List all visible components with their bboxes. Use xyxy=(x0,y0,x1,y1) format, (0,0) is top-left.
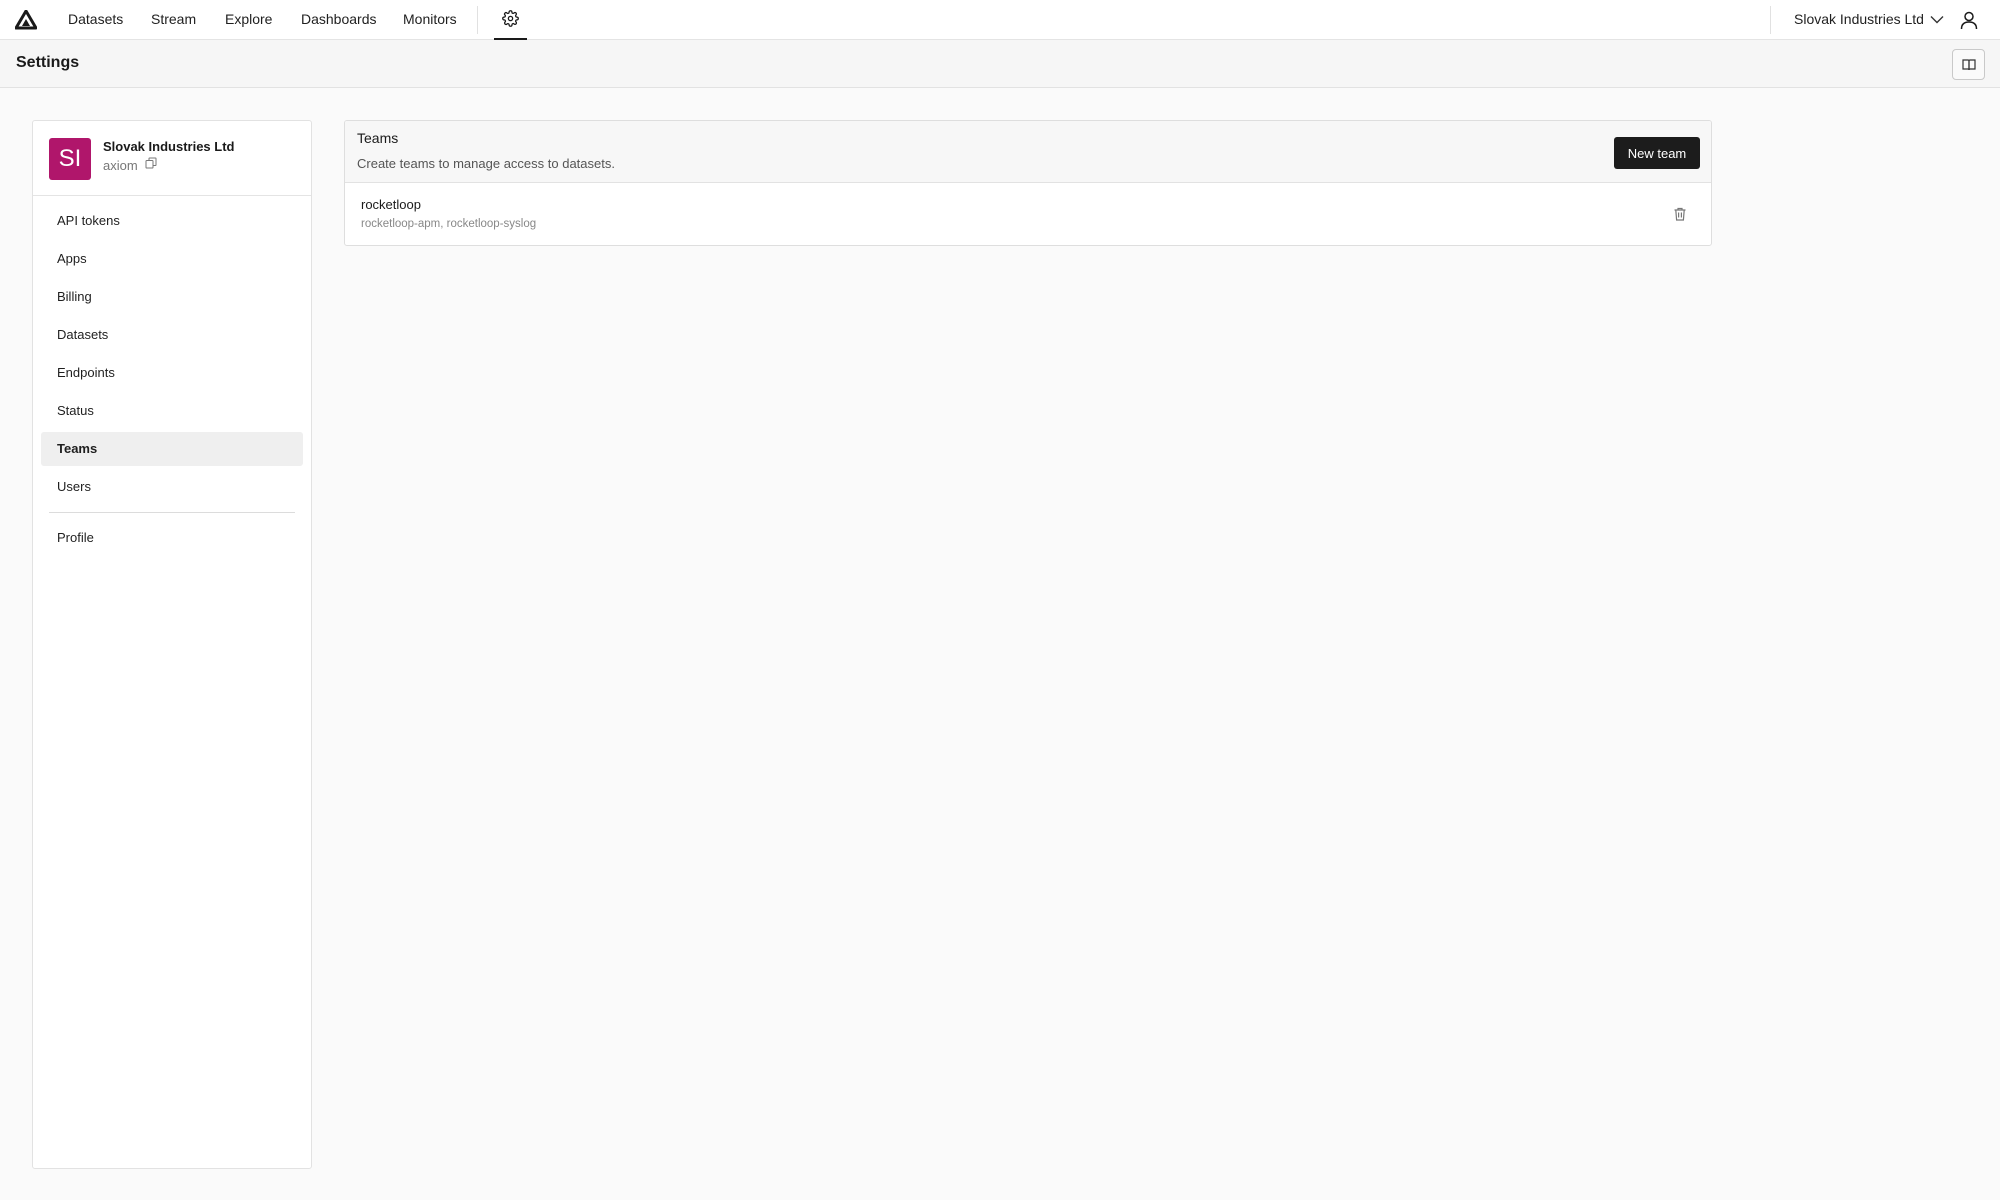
sidebar-item-endpoints[interactable]: Endpoints xyxy=(41,356,303,390)
team-datasets: rocketloop-apm, rocketloop-syslog xyxy=(361,218,537,230)
sidebar-item-profile[interactable]: Profile xyxy=(41,521,303,555)
book-icon xyxy=(1962,59,1976,71)
nav-datasets[interactable]: Datasets xyxy=(68,0,123,40)
org-switcher[interactable]: Slovak Industries Ltd xyxy=(1794,0,1944,40)
axiom-logo-icon[interactable] xyxy=(15,10,37,30)
sidebar-item-teams[interactable]: Teams xyxy=(41,432,303,466)
teams-description: Create teams to manage access to dataset… xyxy=(357,156,615,171)
nav-stream[interactable]: Stream xyxy=(151,0,196,40)
new-team-button[interactable]: New team xyxy=(1614,137,1700,169)
nav-dashboards[interactable]: Dashboards xyxy=(301,0,377,40)
top-navbar: Datasets Stream Explore Dashboards Monit… xyxy=(0,0,2000,40)
page-title: Settings xyxy=(16,54,80,71)
nav-divider-right xyxy=(1770,6,1771,34)
org-slug: axiom xyxy=(103,158,138,173)
org-switcher-label: Slovak Industries Ltd xyxy=(1794,11,1924,27)
user-icon[interactable] xyxy=(1959,10,1979,30)
chevron-down-icon xyxy=(1930,16,1944,24)
org-card: SI Slovak Industries Ltd axiom xyxy=(33,121,311,196)
copy-icon[interactable] xyxy=(145,157,157,169)
teams-header: Teams Create teams to manage access to d… xyxy=(345,121,1711,183)
nav-explore[interactable]: Explore xyxy=(225,0,272,40)
teams-title: Teams xyxy=(357,130,399,146)
sidebar-item-users[interactable]: Users xyxy=(41,470,303,504)
sidebar-item-datasets[interactable]: Datasets xyxy=(41,318,303,352)
org-avatar: SI xyxy=(49,138,91,180)
settings-header: Settings xyxy=(0,40,2000,88)
docs-button[interactable] xyxy=(1952,49,1985,80)
sidebar-item-status[interactable]: Status xyxy=(41,394,303,428)
sidebar-item-api-tokens[interactable]: API tokens xyxy=(41,204,303,238)
trash-icon[interactable] xyxy=(1672,206,1688,222)
settings-tab[interactable] xyxy=(494,0,527,40)
gear-icon xyxy=(502,10,519,27)
teams-panel: Teams Create teams to manage access to d… xyxy=(344,120,1712,246)
team-name: rocketloop xyxy=(361,197,421,212)
sidebar-item-apps[interactable]: Apps xyxy=(41,242,303,276)
sidebar-divider xyxy=(49,512,295,513)
org-name: Slovak Industries Ltd xyxy=(103,139,235,154)
settings-sidebar: SI Slovak Industries Ltd axiom API token… xyxy=(32,120,312,1169)
sidebar-item-billing[interactable]: Billing xyxy=(41,280,303,314)
team-row[interactable]: rocketloop rocketloop-apm, rocketloop-sy… xyxy=(345,183,1711,245)
nav-monitors[interactable]: Monitors xyxy=(403,0,457,40)
nav-divider xyxy=(477,6,478,34)
